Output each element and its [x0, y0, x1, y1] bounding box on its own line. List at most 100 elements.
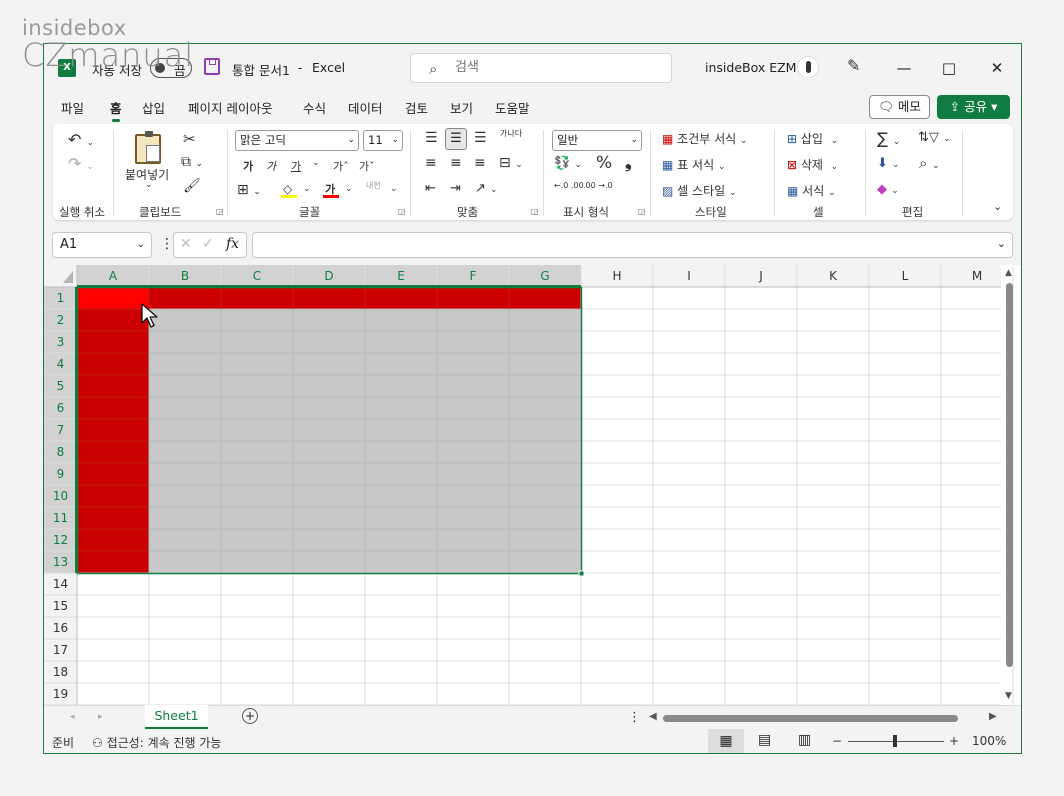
row-header-8[interactable]: 8 — [57, 445, 65, 459]
align-bottom-icon[interactable]: ☰ — [474, 130, 487, 146]
increase-indent-icon[interactable]: ⇥ — [450, 181, 461, 196]
cancel-formula-icon[interactable]: ✕ — [180, 236, 192, 252]
shrink-font-button[interactable]: 가ˇ — [359, 158, 375, 174]
row-header-11[interactable]: 11 — [53, 511, 68, 525]
search-box[interactable]: ⌕ — [410, 53, 672, 83]
row-header-5[interactable]: 5 — [57, 379, 65, 393]
row-header-12[interactable]: 12 — [53, 533, 68, 547]
cell-grid[interactable]: A B C D E F G H I J K L M123456789101112131415161718… — [44, 265, 1021, 705]
column-header-a[interactable]: A — [109, 269, 118, 283]
row-header-2[interactable]: 2 — [57, 313, 65, 327]
copy-icon[interactable]: ⧉ ⌄ — [181, 154, 203, 170]
clear-icon[interactable]: ◆ ⌄ — [877, 182, 899, 197]
font-name-select[interactable]: 맑은 고딕 ⌄ — [235, 130, 359, 151]
align-center-icon[interactable]: ≡ — [450, 155, 462, 171]
more-options-icon[interactable]: ⋮ — [160, 236, 174, 252]
zoom-out-button[interactable]: − — [832, 734, 842, 748]
ribbon-collapse-icon[interactable]: ⌄ — [993, 200, 1002, 213]
normal-view-button[interactable]: ▦ — [708, 729, 744, 753]
delete-cells-button[interactable]: ⊠ 삭제 ⌄ — [787, 156, 838, 173]
align-middle-button[interactable]: ☰ — [445, 128, 467, 150]
row-header-4[interactable]: 4 — [57, 357, 65, 371]
column-header-f[interactable]: F — [470, 269, 477, 283]
align-right-icon[interactable]: ≡ — [474, 155, 486, 171]
find-icon[interactable]: ⌕ ⌄ — [919, 154, 940, 172]
font-color-button[interactable]: 가 — [323, 181, 341, 199]
paste-icon[interactable] — [135, 131, 161, 164]
align-left-icon[interactable]: ≡ — [425, 155, 437, 171]
row-header-10[interactable]: 10 — [53, 489, 68, 503]
search-input[interactable] — [455, 60, 655, 75]
name-box[interactable]: A1 ⌄ — [52, 232, 152, 258]
zoom-level[interactable]: 100% — [972, 734, 1006, 748]
row-header-6[interactable]: 6 — [57, 401, 65, 415]
fill-color-icon[interactable]: ◇ — [281, 182, 297, 198]
merge-icon[interactable]: ⊟ ⌄ — [499, 155, 523, 171]
tab-help[interactable]: 도움말 — [495, 98, 530, 117]
worksheet[interactable]: A B C D E F G H I J K L M 1 2 3 4 5 6 7 8 9 10 11 12 13 14 15 16 17 18… — [44, 265, 1021, 705]
tab-view[interactable]: 보기 — [450, 98, 473, 117]
number-format-select[interactable]: 일반 ⌄ — [552, 130, 642, 151]
formula-input[interactable]: ⌄ — [252, 232, 1013, 258]
redo-icon[interactable]: ↷ ⌄ — [68, 154, 94, 173]
page-layout-view-icon[interactable]: ▤ — [758, 732, 771, 748]
tab-home[interactable]: 홈 — [110, 98, 122, 122]
sheet-tab-sheet1[interactable]: Sheet1 — [145, 705, 208, 729]
tab-file[interactable]: 파일 — [61, 98, 84, 117]
avatar[interactable] — [797, 56, 819, 78]
expand-formula-icon[interactable]: ⌄ — [997, 237, 1006, 250]
increase-decimal-button[interactable]: ←.0 .00 — [554, 181, 584, 190]
row-header-19[interactable]: 19 — [53, 687, 68, 701]
scroll-down-icon[interactable]: ▼ — [1005, 691, 1012, 701]
autosum-button[interactable]: ∑ ⌄ — [877, 129, 900, 148]
row-header-1[interactable]: 1 — [57, 291, 65, 305]
decrease-indent-icon[interactable]: ⇤ — [425, 181, 436, 196]
format-as-table-button[interactable]: ▦ 표 서식 ⌄ — [662, 156, 725, 173]
row-header-3[interactable]: 3 — [57, 335, 65, 349]
font-size-select[interactable]: 11 ⌄ — [363, 130, 403, 151]
tab-formulas[interactable]: 수식 — [303, 98, 326, 117]
insert-cells-button[interactable]: ⊞ 삽입 ⌄ — [787, 130, 838, 147]
pen-icon[interactable]: ✎ — [847, 56, 860, 75]
underline-dropdown-icon[interactable]: ⌄ — [312, 158, 320, 168]
scroll-up-icon[interactable]: ▲ — [1005, 268, 1012, 278]
align-top-icon[interactable]: ☰ — [425, 130, 438, 146]
row-header-15[interactable]: 15 — [53, 599, 68, 613]
column-header-b[interactable]: B — [181, 269, 189, 283]
fill-color-dropdown-icon[interactable]: ⌄ — [303, 184, 311, 194]
row-header-18[interactable]: 18 — [53, 665, 68, 679]
add-sheet-icon[interactable]: + — [242, 708, 258, 724]
accessibility-status[interactable]: ⚇ 접근성: 계속 진행 가능 — [92, 734, 221, 751]
number-launcher-icon[interactable]: ◲ — [638, 207, 646, 216]
fill-handle[interactable] — [578, 570, 585, 577]
sheet-options-icon[interactable]: ⋮ — [628, 710, 641, 725]
column-header-m[interactable]: M — [972, 269, 982, 283]
page-break-view-icon[interactable]: ▥ — [798, 732, 811, 748]
cut-icon[interactable]: ✂ — [183, 130, 196, 148]
sort-filter-icon[interactable]: ⇅▽ ⌄ — [918, 130, 951, 145]
align-launcher-icon[interactable]: ◲ — [531, 207, 539, 216]
bold-button[interactable]: 가 — [243, 158, 253, 174]
italic-button[interactable]: 가 — [266, 158, 276, 174]
phonetic-button[interactable]: 내천 — [366, 180, 381, 191]
row-header-16[interactable]: 16 — [53, 621, 68, 635]
share-button[interactable]: ⇪ 공유 ▾ — [937, 95, 1010, 119]
hscroll-left-icon[interactable]: ◀ — [649, 711, 657, 722]
format-painter-icon[interactable]: 🖌 — [183, 178, 201, 194]
active-cell-a1[interactable] — [77, 287, 149, 309]
vertical-scrollbar[interactable] — [1006, 283, 1013, 667]
column-header-g[interactable]: G — [540, 269, 549, 283]
font-color-dropdown-icon[interactable]: ⌄ — [345, 184, 353, 194]
paste-dropdown-icon[interactable]: ⌄ — [145, 180, 153, 190]
format-cells-button[interactable]: ▦ 서식 ⌄ — [787, 182, 836, 199]
save-icon[interactable] — [204, 58, 220, 75]
column-header-c[interactable]: C — [253, 269, 261, 283]
decrease-decimal-button[interactable]: .00 →.0 — [583, 181, 613, 190]
column-header-i[interactable]: I — [687, 269, 691, 283]
maximize-button[interactable]: □ — [939, 58, 959, 78]
tab-data[interactable]: 데이터 — [348, 98, 383, 117]
tab-page-layout[interactable]: 페이지 레이아웃 — [188, 98, 272, 117]
conditional-format-button[interactable]: ▦ 조건부 서식 ⌄ — [662, 130, 748, 147]
percent-button[interactable]: % — [596, 153, 612, 173]
comma-button[interactable]: ❟ — [625, 153, 632, 173]
